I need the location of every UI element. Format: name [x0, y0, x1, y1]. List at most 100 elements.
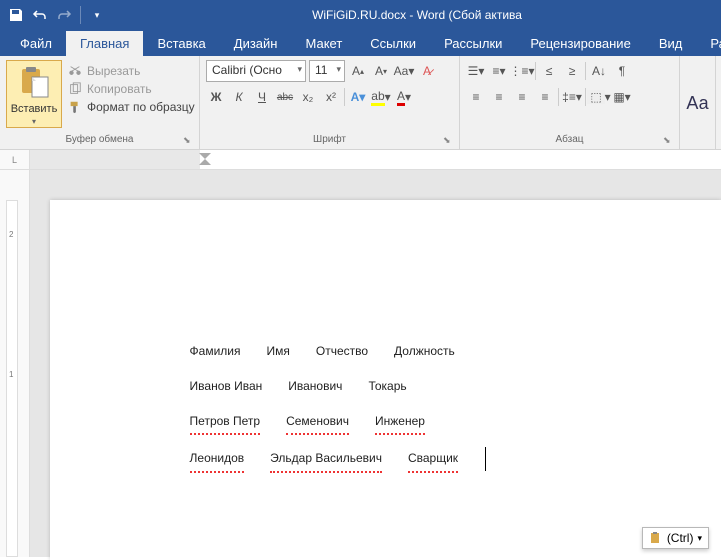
window-title: WiFiGiD.RU.docx - Word (Сбой актива [113, 8, 721, 22]
grow-font-button[interactable]: A▴ [348, 60, 368, 82]
line-spacing-button[interactable]: ‡≡▾ [562, 86, 582, 108]
tab-файл[interactable]: Файл [6, 31, 66, 56]
font-color-button[interactable]: A▾ [394, 86, 414, 108]
show-marks-button[interactable]: ¶ [612, 60, 632, 82]
horizontal-ruler[interactable]: L [0, 150, 721, 170]
title-bar: ▾ WiFiGiD.RU.docx - Word (Сбой актива [0, 0, 721, 30]
copy-label: Копировать [87, 82, 152, 96]
copy-button[interactable]: Копировать [68, 82, 195, 96]
styles-group: Аа [680, 56, 716, 149]
doc-word[interactable]: Иванов Иван [190, 375, 263, 398]
underline-button[interactable]: Ч [252, 86, 272, 108]
doc-word[interactable]: Семенович [286, 410, 349, 436]
format-painter-label: Формат по образцу [87, 100, 195, 114]
chevron-down-icon: ▾ [697, 533, 702, 544]
numbering-button[interactable]: ≡▾ [489, 60, 509, 82]
undo-icon[interactable] [32, 7, 48, 23]
dialog-launcher-icon[interactable]: ⬊ [663, 135, 675, 147]
font-group: Calibri (Осно 11 A▴ A▾ Aa▾ A̷ Ж К Ч abc … [200, 56, 460, 149]
doc-word[interactable]: Леонидов [190, 447, 245, 473]
align-right-button[interactable]: ≡ [512, 86, 532, 108]
separator [80, 6, 81, 24]
dialog-launcher-icon[interactable]: ⬊ [443, 135, 455, 147]
cut-button[interactable]: Вырезать [68, 64, 195, 78]
clipboard-group-label: Буфер обмена [6, 134, 193, 147]
brush-icon [68, 100, 82, 114]
paste-options-popup[interactable]: (Ctrl) ▾ [642, 527, 709, 549]
save-icon[interactable] [8, 7, 24, 23]
subscript-button[interactable]: x₂ [298, 86, 318, 108]
clipboard-icon [649, 531, 663, 545]
decrease-indent-button[interactable]: ≤ [539, 60, 559, 82]
paragraph-group-label: Абзац [466, 134, 673, 147]
doc-word[interactable]: Эльдар Васильевич [270, 447, 382, 473]
font-size-select[interactable]: 11 [309, 60, 345, 82]
doc-word[interactable]: Петров Петр [190, 410, 261, 436]
doc-word[interactable]: Токарь [368, 375, 406, 398]
font-group-label: Шрифт [206, 134, 453, 147]
align-left-button[interactable]: ≡ [466, 86, 486, 108]
shrink-font-button[interactable]: A▾ [371, 60, 391, 82]
doc-line[interactable]: Фамилия Имя Отчество Должность [190, 340, 721, 363]
doc-word[interactable]: Инженер [375, 410, 425, 436]
doc-word[interactable]: Сварщик [408, 447, 458, 473]
tab-selector[interactable]: L [0, 150, 30, 169]
clear-formatting-button[interactable]: A̷ [417, 60, 437, 82]
sort-button[interactable]: A↓ [589, 60, 609, 82]
justify-button[interactable]: ≡ [535, 86, 555, 108]
paste-popup-label: (Ctrl) [667, 531, 694, 545]
tab-ссылки[interactable]: Ссылки [356, 31, 430, 56]
document-page[interactable]: ФамилияИмяОтчествоДолжностьИванов ИванИв… [50, 200, 721, 560]
strike-button[interactable]: abc [275, 86, 295, 108]
tab-вид[interactable]: Вид [645, 31, 697, 56]
doc-line[interactable]: Иванов Иван Иванович Токарь [190, 375, 721, 398]
tab-разрабо[interactable]: Разрабо [696, 31, 721, 56]
doc-line[interactable]: Леонидов Эльдар Васильевич Сварщик [190, 447, 721, 473]
text-cursor [485, 447, 486, 471]
change-case-button[interactable]: Aa▾ [394, 60, 414, 82]
text-effects-button[interactable]: A▾ [348, 86, 368, 108]
bold-button[interactable]: Ж [206, 86, 226, 108]
document-area: 2 1 Фамилия Имя Отчество Должность Иванов Ив… [0, 170, 721, 557]
doc-line[interactable]: Петров Петр Семенович Инженер [190, 410, 721, 436]
tab-дизайн[interactable]: Дизайн [220, 31, 292, 56]
styles-button[interactable]: Аа [686, 93, 708, 114]
tab-рассылки[interactable]: Рассылки [430, 31, 516, 56]
doc-word[interactable]: Должность [394, 340, 455, 363]
increase-indent-button[interactable]: ≥ [562, 60, 582, 82]
quick-access-toolbar: ▾ [0, 6, 113, 24]
paste-button[interactable]: Вставить ▾ [6, 60, 62, 128]
document-content[interactable]: ФамилияИмяОтчествоДолжностьИванов ИванИв… [190, 340, 721, 473]
bullets-button[interactable]: ☰▾ [466, 60, 486, 82]
tab-макет[interactable]: Макет [291, 31, 356, 56]
doc-word[interactable]: Иванович [288, 375, 342, 398]
redo-icon[interactable] [56, 7, 72, 23]
indent-marker-icon[interactable] [198, 152, 212, 166]
cut-label: Вырезать [87, 64, 140, 78]
highlight-button[interactable]: ab▾ [371, 86, 391, 108]
scissors-icon [68, 64, 82, 78]
align-center-button[interactable]: ≡ [489, 86, 509, 108]
tab-вставка[interactable]: Вставка [143, 31, 219, 56]
superscript-button[interactable]: x² [321, 86, 341, 108]
qat-dropdown-icon[interactable]: ▾ [89, 7, 105, 23]
chevron-down-icon: ▾ [32, 117, 36, 126]
tab-рецензирование[interactable]: Рецензирование [516, 31, 644, 56]
doc-word[interactable]: Фамилия [190, 340, 241, 363]
clipboard-group: Вставить ▾ Вырезать Копировать Формат по… [0, 56, 200, 149]
format-painter-button[interactable]: Формат по образцу [68, 100, 195, 114]
font-name-select[interactable]: Calibri (Осно [206, 60, 306, 82]
borders-button[interactable]: ▦▾ [612, 86, 632, 108]
doc-word[interactable]: Отчество [316, 340, 368, 363]
vertical-ruler[interactable]: 2 1 [0, 170, 30, 557]
multilevel-button[interactable]: ⋮≡▾ [512, 60, 532, 82]
dialog-launcher-icon[interactable]: ⬊ [183, 135, 195, 147]
paste-label: Вставить [11, 103, 58, 115]
paste-icon [16, 65, 52, 101]
copy-icon [68, 82, 82, 96]
tab-главная[interactable]: Главная [66, 31, 143, 56]
doc-word[interactable]: Имя [267, 340, 290, 363]
italic-button[interactable]: К [229, 86, 249, 108]
shading-button[interactable]: ⬚▾ [589, 86, 609, 108]
ribbon-tabs: ФайлГлавнаяВставкаДизайнМакетСсылкиРассы… [0, 30, 721, 56]
